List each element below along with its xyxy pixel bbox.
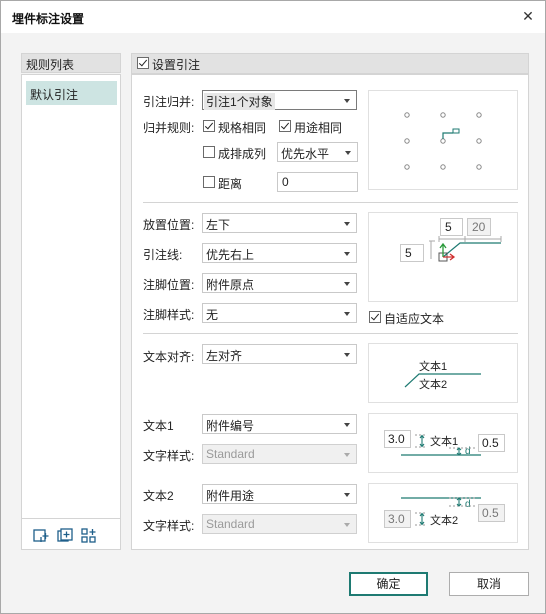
text2-style-select[interactable]: Standard	[202, 514, 357, 534]
enable-leader-header: 设置引注	[131, 53, 529, 74]
text2-content-select[interactable]: 附件用途	[202, 484, 357, 504]
text2-diagram	[401, 497, 481, 526]
group-select[interactable]: 引注1个对象	[202, 90, 357, 110]
chevron-down-icon	[344, 312, 350, 316]
foot-style-value: 无	[206, 308, 219, 322]
rule-list-header-label: 规则列表	[26, 58, 75, 72]
rule-list-header: 规则列表	[21, 53, 121, 73]
distance-checkbox[interactable]	[203, 176, 215, 188]
distance-input[interactable]: 0	[277, 172, 358, 192]
leader-line-select[interactable]: 优先右上	[202, 243, 357, 263]
close-icon[interactable]: ✕	[519, 7, 537, 25]
manage-rules-icon[interactable]	[80, 527, 98, 545]
align-diagram	[404, 373, 481, 388]
chevron-down-icon	[344, 353, 350, 357]
foot-position-select[interactable]: 附件原点	[202, 273, 357, 293]
foot-style-label: 注脚样式:	[143, 308, 195, 322]
foot-position-value: 附件原点	[206, 278, 255, 292]
text1-preview: 3.0 文本1 d 0.5	[368, 413, 518, 473]
chevron-down-icon	[344, 423, 350, 427]
text1-style-label: 文字样式:	[143, 449, 195, 463]
text2-label: 文本2	[143, 489, 174, 503]
foot-style-select[interactable]: 无	[202, 303, 357, 323]
in-rows-label: 成排成列	[218, 147, 267, 161]
distance-label: 距离	[218, 177, 243, 191]
ok-button[interactable]: 确定	[349, 572, 428, 596]
foot-position-label: 注脚位置:	[143, 278, 195, 292]
text1-label: 文本1	[143, 419, 174, 433]
group-label: 引注归并:	[143, 95, 195, 109]
same-spec-checkbox[interactable]	[203, 120, 215, 132]
same-spec-label: 规格相同	[218, 121, 267, 135]
chevron-down-icon	[344, 493, 350, 497]
auto-fit-label: 自适应文本	[384, 312, 445, 326]
placement-preview: 5 20 5	[368, 212, 518, 302]
row-priority-value: 优先水平	[281, 147, 330, 161]
leader-line-value: 优先右上	[206, 248, 255, 262]
align-select[interactable]: 左对齐	[202, 344, 357, 364]
text1-style-select[interactable]: Standard	[202, 444, 357, 464]
section-divider	[143, 333, 518, 334]
text1-diagram	[401, 434, 481, 456]
chevron-down-icon	[344, 453, 350, 457]
chevron-down-icon	[344, 282, 350, 286]
leader-line-label: 引注线:	[143, 248, 183, 262]
rule-item-label: 默认引注	[30, 88, 79, 102]
text2-style-label: 文字样式:	[143, 519, 195, 533]
group-preview	[368, 90, 518, 190]
text1-content-select[interactable]: 附件编号	[202, 414, 357, 434]
group-select-value: 引注1个对象	[204, 93, 275, 110]
placement-value: 左下	[206, 218, 231, 232]
chevron-down-icon	[344, 222, 350, 226]
chevron-down-icon	[345, 151, 351, 155]
chevron-down-icon	[344, 252, 350, 256]
text1-style-value: Standard	[206, 447, 255, 461]
dialog-title: 埋件标注设置	[12, 12, 85, 26]
group-preview-diagram	[404, 112, 482, 170]
rule-list-divider	[22, 518, 120, 519]
text2-content-value: 附件用途	[206, 489, 255, 503]
align-value: 左对齐	[206, 349, 243, 363]
add-rule-icon[interactable]	[32, 527, 50, 545]
in-rows-checkbox[interactable]	[203, 146, 215, 158]
same-use-checkbox[interactable]	[279, 120, 291, 132]
same-use-label: 用途相同	[294, 121, 343, 135]
rule-item-default[interactable]: 默认引注	[26, 81, 117, 105]
merge-rules-label: 归并规则:	[143, 121, 195, 135]
distance-value: 0	[282, 175, 289, 189]
section-divider	[143, 202, 518, 203]
cancel-button[interactable]: 取消	[449, 572, 529, 596]
placement-label: 放置位置:	[143, 218, 195, 232]
rule-list: 默认引注	[21, 74, 121, 550]
chevron-down-icon	[344, 99, 350, 103]
title-bar: 埋件标注设置 ✕	[1, 1, 545, 33]
text1-content-value: 附件编号	[206, 419, 255, 433]
leader-settings-panel: 引注归并: 引注1个对象 归并规则: 规格相同 用途相同 成排成列 优先水平 距…	[131, 74, 529, 550]
placement-diagram	[429, 236, 502, 262]
text2-style-value: Standard	[206, 517, 255, 531]
align-label: 文本对齐:	[143, 350, 195, 364]
enable-leader-checkbox[interactable]	[137, 57, 149, 69]
chevron-down-icon	[344, 523, 350, 527]
text2-preview: d 0.5 3.0 文本2	[368, 483, 518, 543]
dialog-window: 埋件标注设置 ✕ 规则列表 默认引注 设置引注 引注归并: 引注1个对象 归并规…	[0, 0, 546, 614]
row-priority-select[interactable]: 优先水平	[277, 142, 358, 162]
enable-leader-label: 设置引注	[152, 58, 201, 72]
placement-select[interactable]: 左下	[202, 213, 357, 233]
copy-rule-icon[interactable]	[56, 527, 74, 545]
auto-fit-checkbox[interactable]	[369, 311, 381, 323]
align-preview: 文本1 文本2	[368, 343, 518, 403]
